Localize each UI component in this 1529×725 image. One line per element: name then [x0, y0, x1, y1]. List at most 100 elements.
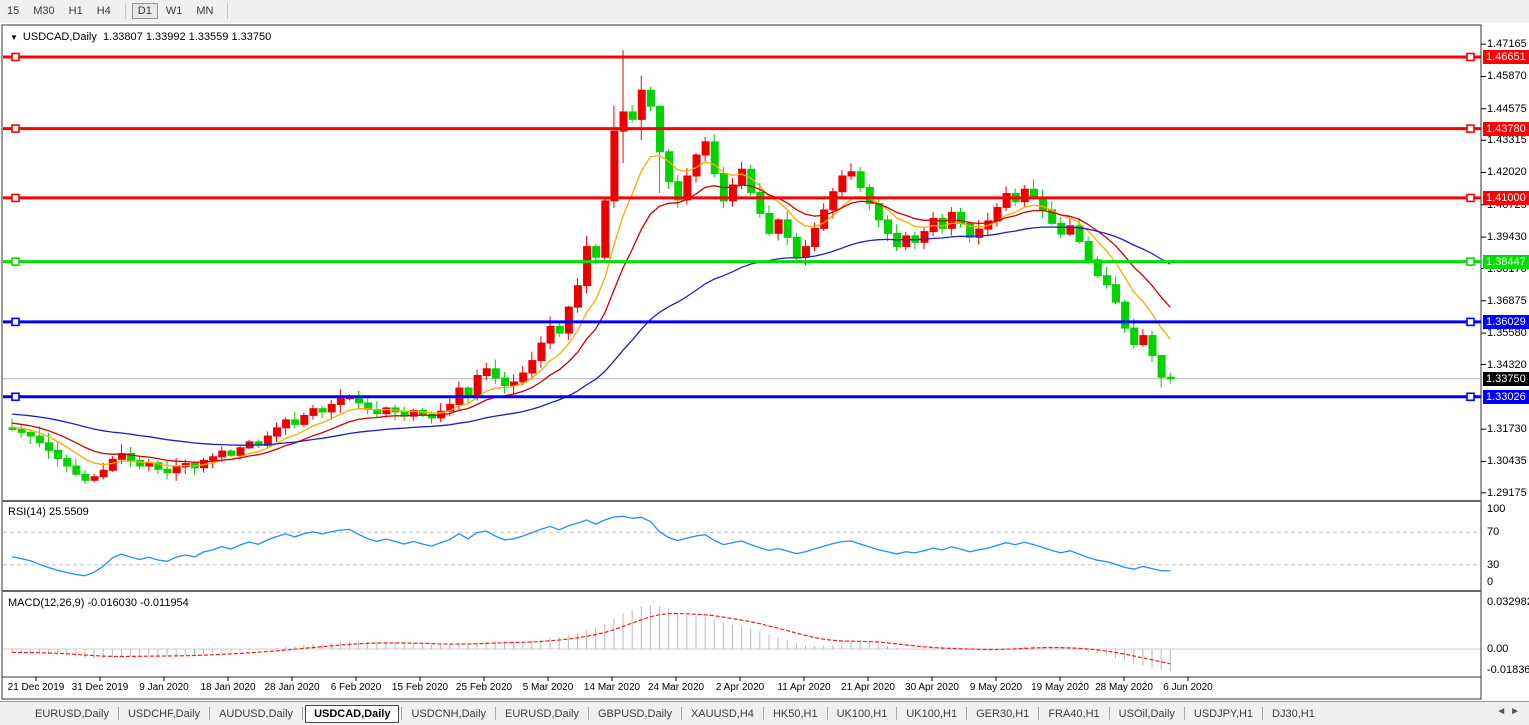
- date-axis-label: 15 Feb 2020: [392, 682, 448, 693]
- rsi-axis-label: 100: [1487, 503, 1505, 515]
- toolbar-separator: [227, 3, 228, 19]
- chart-menu-caret-icon[interactable]: ▼: [10, 33, 18, 42]
- tab-separator: [588, 707, 589, 720]
- toolbar-separator: [125, 3, 126, 19]
- timeframe-button-d1[interactable]: D1: [132, 3, 158, 19]
- rsi-axis-label: 70: [1487, 526, 1499, 538]
- macd-axis-label: -0.018364: [1487, 664, 1529, 676]
- hline-handle[interactable]: [12, 54, 19, 61]
- tab-separator: [827, 707, 828, 720]
- hline-handle[interactable]: [12, 393, 19, 400]
- date-axis-label: 2 Apr 2020: [716, 682, 764, 693]
- chart-tab-dj30-h1[interactable]: DJ30,H1: [1265, 705, 1322, 723]
- date-axis-label: 14 Mar 2020: [584, 682, 640, 693]
- hline-handle[interactable]: [1467, 194, 1474, 201]
- hline-handle[interactable]: [12, 318, 19, 325]
- date-axis-label: 28 Jan 2020: [264, 682, 319, 693]
- current-price-label: 1.33750: [1483, 372, 1529, 386]
- tab-scroll-buttons: ◄►: [1496, 706, 1524, 717]
- hline-price-label[interactable]: 1.46651: [1483, 50, 1529, 64]
- tab-separator: [966, 707, 967, 720]
- price-tick-label: 1.30435: [1487, 455, 1527, 467]
- tab-separator: [763, 707, 764, 720]
- macd-signal-line: [12, 614, 1170, 664]
- date-axis-label: 18 Jan 2020: [200, 682, 255, 693]
- candlesticks: [9, 50, 1174, 484]
- price-tick-label: 1.31730: [1487, 423, 1527, 435]
- hline-handle[interactable]: [12, 125, 19, 132]
- date-axis-label: 25 Feb 2020: [456, 682, 512, 693]
- price-tick-label: 1.47165: [1487, 38, 1527, 50]
- chart-tab-hk50-h1[interactable]: HK50,H1: [766, 705, 825, 723]
- chart-canvas[interactable]: [0, 23, 1529, 701]
- hline-handle[interactable]: [1467, 393, 1474, 400]
- tab-scroll-right-button[interactable]: ►: [1510, 706, 1524, 717]
- chart-tab-eurusd-daily[interactable]: EURUSD,Daily: [28, 705, 116, 723]
- macd-axis-label: 0.00: [1487, 643, 1508, 655]
- hline-price-label[interactable]: 1.38447: [1483, 255, 1529, 269]
- tab-separator: [118, 707, 119, 720]
- tab-separator: [401, 707, 402, 720]
- hline-price-label[interactable]: 1.36029: [1483, 315, 1529, 329]
- rsi-axis-label: 0: [1487, 576, 1493, 588]
- chart-tab-xauusd-h4[interactable]: XAUUSD,H4: [684, 705, 761, 723]
- mt4-window: 15M30H1H4 D1W1MN ▼ USDCAD,Daily 1.33807 1.…: [0, 0, 1529, 725]
- hline-price-label[interactable]: 1.33026: [1483, 390, 1529, 404]
- chart-window[interactable]: ▼ USDCAD,Daily 1.33807 1.33992 1.33559 1.…: [0, 23, 1529, 701]
- timeframe-button-h1[interactable]: H1: [63, 3, 89, 19]
- rsi-line: [12, 516, 1170, 575]
- chart-tab-uk100-h1[interactable]: UK100,H1: [830, 705, 895, 723]
- hline-price-label[interactable]: 1.41000: [1483, 191, 1529, 205]
- tab-separator: [302, 707, 303, 720]
- price-tick-label: 1.42020: [1487, 166, 1527, 178]
- hline-price-label[interactable]: 1.43780: [1483, 122, 1529, 136]
- hline-handle[interactable]: [1467, 318, 1474, 325]
- chart-tab-gbpusd-daily[interactable]: GBPUSD,Daily: [591, 705, 679, 723]
- chart-tab-fra40-h1[interactable]: FRA40,H1: [1041, 705, 1106, 723]
- chart-tab-eurusd-daily[interactable]: EURUSD,Daily: [498, 705, 586, 723]
- hline-handle[interactable]: [12, 194, 19, 201]
- tab-scroll-left-button[interactable]: ◄: [1496, 706, 1510, 717]
- price-tick-label: 1.36875: [1487, 295, 1527, 307]
- tab-separator: [1038, 707, 1039, 720]
- axis-ticks: [36, 44, 1486, 681]
- timeframe-button-m30[interactable]: M30: [27, 3, 60, 19]
- hline-handle[interactable]: [12, 258, 19, 265]
- date-axis-label: 21 Dec 2019: [8, 682, 65, 693]
- date-axis-label: 11 Apr 2020: [777, 682, 830, 693]
- chart-tab-uk100-h1[interactable]: UK100,H1: [899, 705, 964, 723]
- tab-separator: [1184, 707, 1185, 720]
- timeframe-button-w1[interactable]: W1: [160, 3, 189, 19]
- chart-tab-audusd-daily[interactable]: AUDUSD,Daily: [212, 705, 300, 723]
- symbol-ohlc-values: 1.33807 1.33992 1.33559 1.33750: [103, 31, 271, 43]
- date-axis-label: 9 May 2020: [970, 682, 1022, 693]
- chart-tab-usdcnh-daily[interactable]: USDCNH,Daily: [404, 705, 493, 723]
- date-axis-label: 19 May 2020: [1031, 682, 1089, 693]
- hline-handle[interactable]: [1467, 54, 1474, 61]
- price-tick-label: 1.39430: [1487, 231, 1527, 243]
- panel-frames: [2, 25, 1481, 699]
- hline-handle[interactable]: [1467, 258, 1474, 265]
- date-axis-label: 24 Mar 2020: [648, 682, 704, 693]
- macd-indicator-label: MACD(12,26,9) -0.016030 -0.011954: [8, 597, 189, 609]
- rsi-axis-label: 30: [1487, 559, 1499, 571]
- price-tick-label: 1.34320: [1487, 359, 1527, 371]
- tab-separator: [209, 707, 210, 720]
- timeframe-button-15[interactable]: 15: [1, 3, 25, 19]
- tab-separator: [1262, 707, 1263, 720]
- chart-tab-usdchf-daily[interactable]: USDCHF,Daily: [121, 705, 207, 723]
- price-tick-label: 1.35580: [1487, 327, 1527, 339]
- timeframe-button-h4[interactable]: H4: [91, 3, 117, 19]
- date-axis-label: 6 Jun 2020: [1163, 682, 1213, 693]
- chart-tab-usdjpy-h1[interactable]: USDJPY,H1: [1187, 705, 1260, 723]
- symbol-name: USDCAD,Daily: [23, 31, 97, 43]
- rsi-indicator-label: RSI(14) 25.5509: [8, 506, 89, 518]
- horizontal-level-lines[interactable]: [3, 54, 1481, 401]
- tab-separator: [1109, 707, 1110, 720]
- chart-tab-usdcad-daily[interactable]: USDCAD,Daily: [305, 705, 399, 723]
- chart-tab-ger30-h1[interactable]: GER30,H1: [969, 705, 1036, 723]
- hline-handle[interactable]: [1467, 125, 1474, 132]
- chart-tab-usoil-daily[interactable]: USOil,Daily: [1112, 705, 1182, 723]
- timeframe-button-mn[interactable]: MN: [190, 3, 219, 19]
- tab-separator: [495, 707, 496, 720]
